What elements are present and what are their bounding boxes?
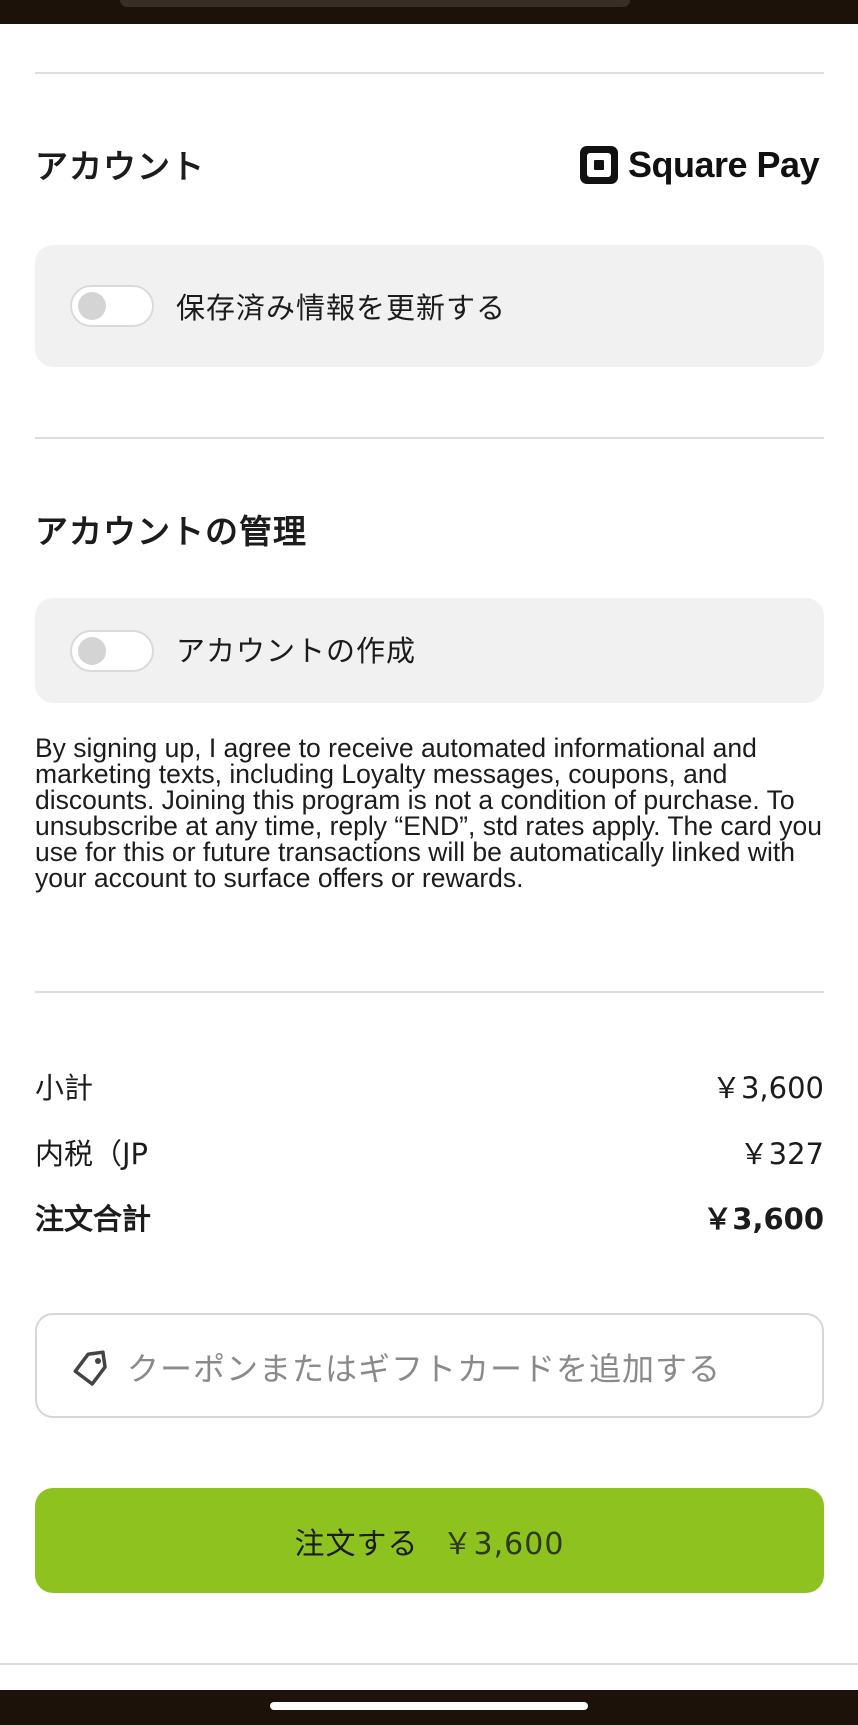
tag-icon [73,1350,107,1386]
tax-label: 内税（JP [35,1137,149,1171]
tax-value: ￥327 [739,1137,824,1171]
place-order-price: ￥3,600 [442,1526,565,1562]
order-total-row: 注文合計 ￥3,600 [35,1195,824,1239]
brand-name: Square Pay [628,144,820,185]
subtotal-value: ￥3,600 [711,1071,824,1105]
update-saved-info-card: 保存済み情報を更新する [35,245,824,367]
coupon-placeholder: クーポンまたはギフトカードを追加する [127,1350,722,1388]
create-account-label: アカウントの作成 [176,634,417,668]
update-saved-info-label: 保存済み情報を更新する [176,291,507,325]
divider [0,1663,858,1665]
coupon-gift-card-input[interactable]: クーポンまたはギフトカードを追加する [35,1313,824,1418]
place-order-button[interactable]: 注文する ￥3,600 [35,1488,824,1593]
create-account-card: アカウントの作成 [35,598,824,703]
status-bar [0,0,858,24]
divider [35,437,824,439]
square-pay-brand: Square Pay [580,140,820,190]
divider [35,72,824,74]
toggle-knob [78,292,106,320]
signup-disclaimer-text: By signing up, I agree to receive automa… [35,733,823,893]
order-total-value: ￥3,600 [703,1202,824,1236]
order-total-label: 注文合計 [35,1202,152,1236]
square-logo-icon [580,146,618,184]
subtotal-label: 小計 [35,1071,94,1105]
navigation-bar [0,1690,858,1725]
home-indicator[interactable] [270,1702,588,1710]
tax-row: 内税（JP ￥327 [35,1130,824,1174]
subtotal-row: 小計 ￥3,600 [35,1064,824,1108]
update-saved-info-toggle[interactable] [70,285,154,327]
divider [35,991,824,993]
create-account-toggle[interactable] [70,630,154,672]
account-section-title: アカウント [35,147,205,186]
toggle-knob [78,637,106,665]
account-management-title: アカウントの管理 [35,512,307,551]
device-notch [120,0,630,7]
place-order-label: 注文する [294,1526,419,1562]
